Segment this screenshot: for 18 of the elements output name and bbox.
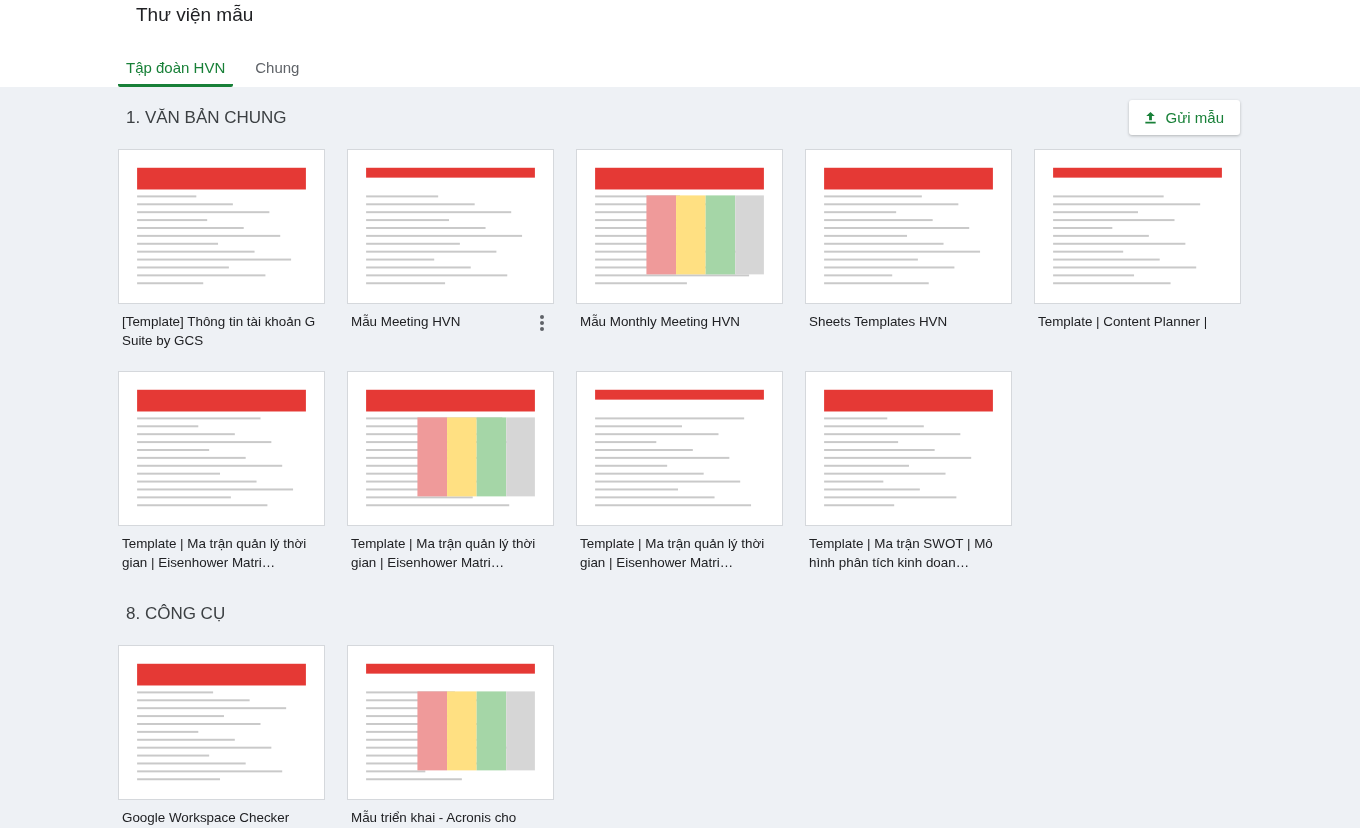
template-title[interactable]: Template | Ma trận quản lý thời gian | Eisenhower Matri… [580, 534, 779, 572]
template-title[interactable]: Google Workspace Checker [122, 808, 321, 827]
tab[interactable]: Chung [247, 51, 308, 87]
template-title[interactable]: Sheets Templates HVN [809, 312, 1008, 331]
template-title[interactable]: Mẫu triển khai - Acronis cho [351, 808, 550, 827]
section-heading: 1. VĂN BẢN CHUNG [125, 108, 287, 128]
template-title[interactable]: [Template] Thông tin tài khoản G Suite by GCS [122, 312, 321, 350]
upload-icon [1142, 109, 1158, 125]
tab[interactable]: Tập đoàn HVN [118, 51, 234, 87]
template-title[interactable]: Template | Ma trận SWOT | Mô hình phân tích kinh doan… [809, 534, 1008, 572]
template-title[interactable]: Template | Ma trận quản lý thời gian | Eisenhower Matri… [351, 534, 550, 572]
template-title[interactable]: Mẫu Monthly Meeting HVN [580, 312, 779, 331]
template-title[interactable]: Mẫu Meeting HVN [351, 312, 550, 331]
template-title[interactable]: Template | Ma trận quản lý thời gian | Eisenhower Matri… [122, 534, 321, 572]
template-title[interactable]: Template | Content Planner | [1038, 312, 1237, 331]
send-template-button[interactable]: Gửi mẫu [1128, 99, 1240, 135]
page-title: Thư viện mẫu [135, 3, 255, 27]
section-heading: 8. CÔNG CỤ [125, 604, 226, 624]
